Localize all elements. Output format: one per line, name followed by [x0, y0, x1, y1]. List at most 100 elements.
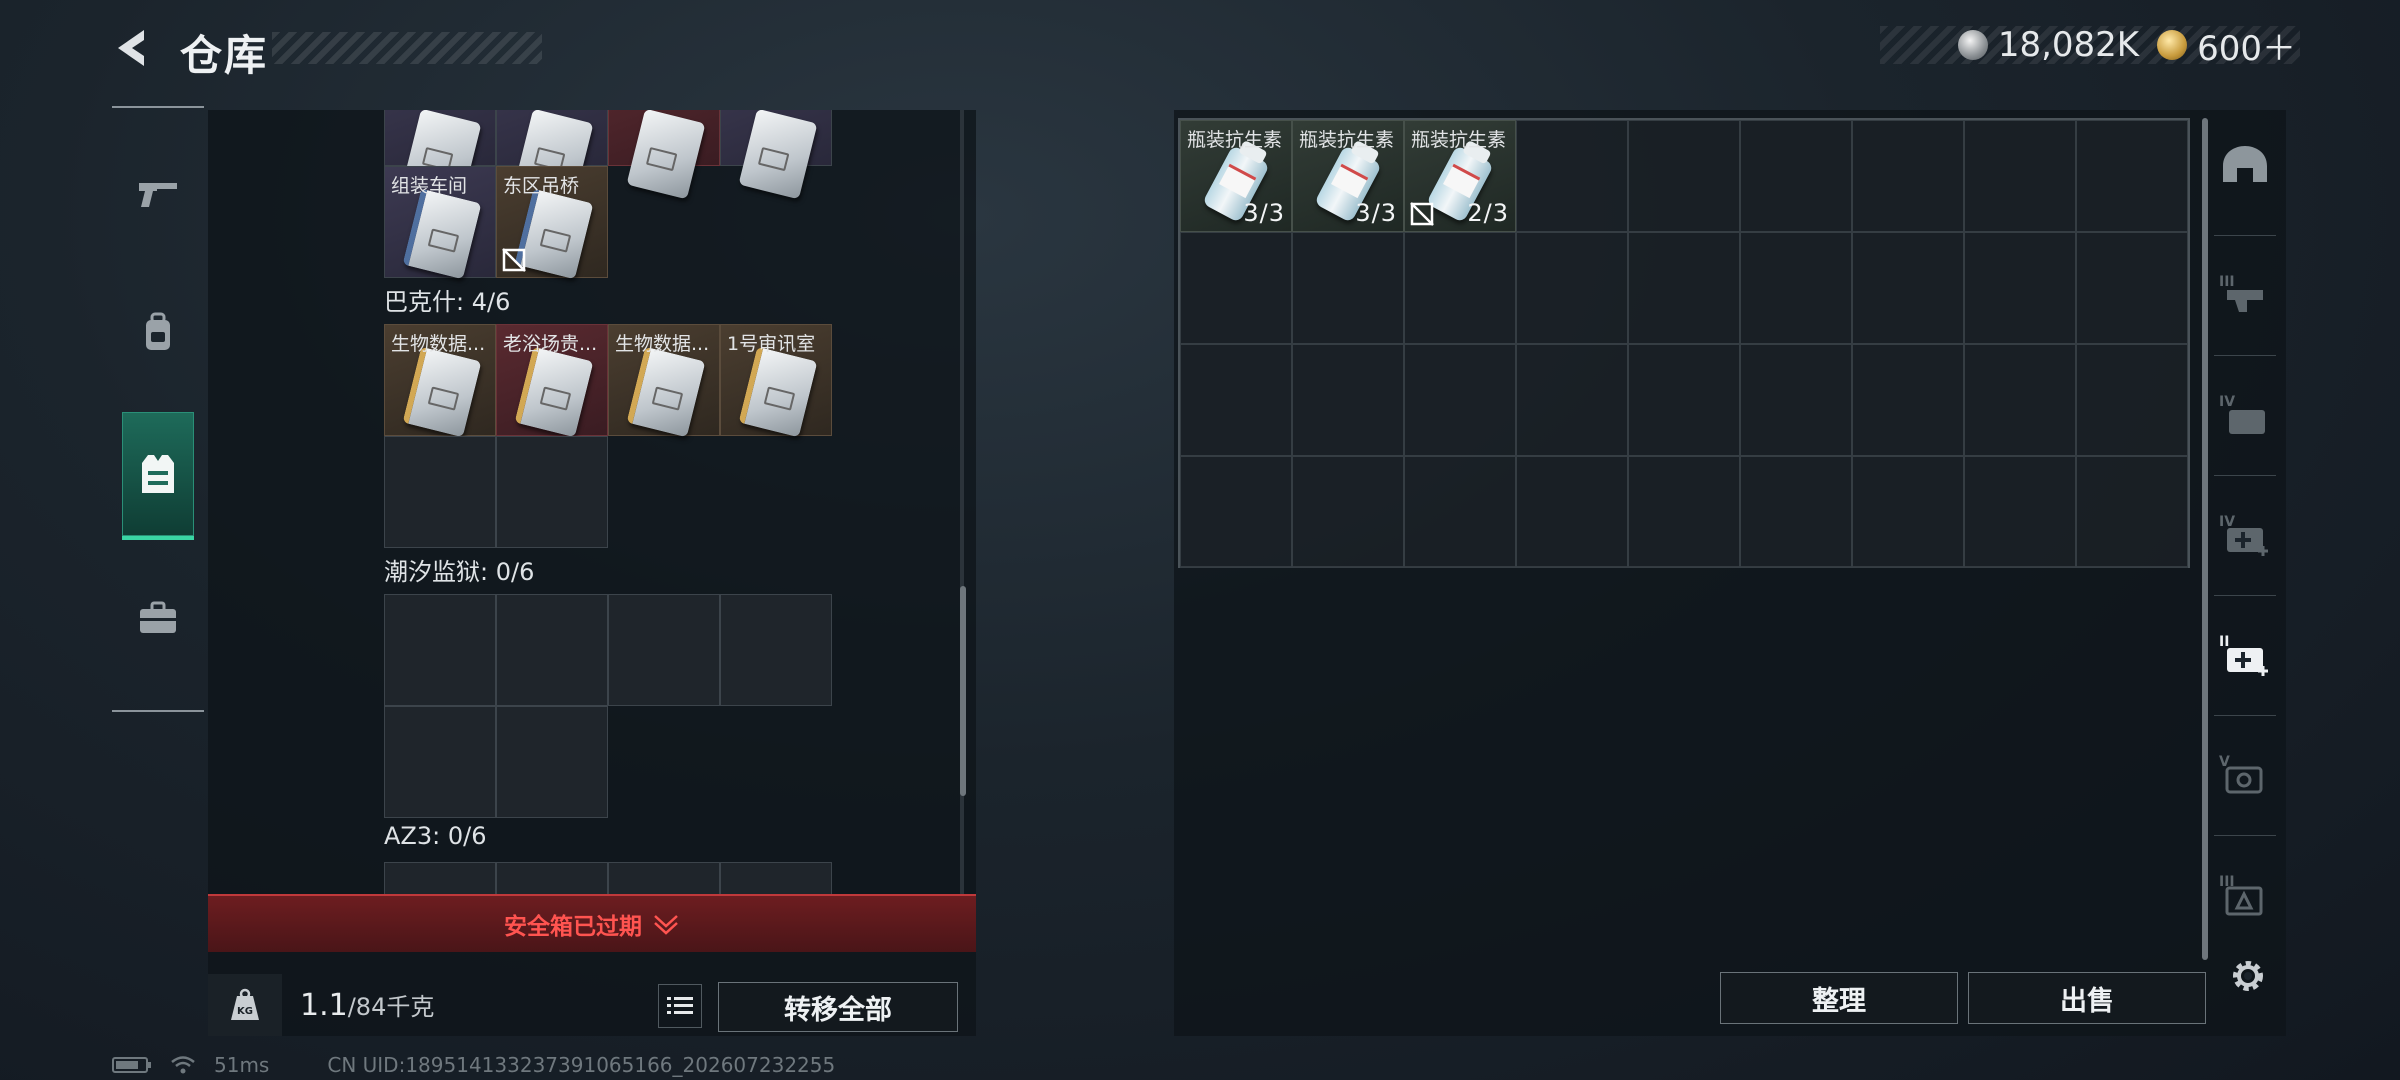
empty-slot[interactable]: [496, 706, 608, 818]
item-label: 生物数据...: [615, 333, 710, 355]
empty-slot[interactable]: [1852, 120, 1964, 232]
empty-slot[interactable]: [496, 862, 608, 894]
key-card-slot[interactable]: 组装车间: [384, 166, 496, 280]
empty-slot[interactable]: [384, 862, 496, 894]
key-card-slot[interactable]: 生物数据...: [608, 324, 720, 438]
key-card-slot[interactable]: 东区吊桥: [496, 166, 608, 280]
rail-divider-bottom: [112, 710, 204, 712]
empty-slot[interactable]: [1740, 232, 1852, 344]
empty-slot[interactable]: [1292, 344, 1404, 456]
empty-slot[interactable]: [1740, 120, 1852, 232]
item-slot[interactable]: [720, 110, 832, 200]
empty-slot[interactable]: [1852, 344, 1964, 456]
empty-slot[interactable]: [384, 706, 496, 818]
key-card-slot[interactable]: 生物数据...: [384, 324, 496, 438]
antibiotic-slot[interactable]: 瓶装抗生素 3/3: [1292, 120, 1404, 232]
empty-slot[interactable]: [496, 436, 608, 548]
rail-separator: [2214, 235, 2276, 236]
empty-slot[interactable]: [1964, 344, 2076, 456]
rail-tab-vest[interactable]: [122, 412, 194, 540]
key-card-icon: [402, 346, 482, 438]
key-card-slot[interactable]: 老浴场贵...: [496, 324, 608, 438]
item-slot[interactable]: [384, 110, 496, 200]
sort-button[interactable]: 整理: [1720, 972, 1958, 1024]
antibiotic-slot[interactable]: 瓶装抗生素 2/3: [1404, 120, 1516, 232]
silver-currency[interactable]: 18,082K: [1957, 25, 2139, 65]
empty-slot[interactable]: [2076, 120, 2188, 232]
empty-slot[interactable]: [1404, 344, 1516, 456]
settings-button[interactable]: [2222, 950, 2274, 1002]
empty-slot[interactable]: [1292, 232, 1404, 344]
empty-slot[interactable]: [1516, 120, 1628, 232]
empty-slot[interactable]: [1180, 232, 1292, 344]
filter-medkit-iv[interactable]: IV: [2204, 480, 2286, 590]
weight-row: KG 1.1/84千克 转移全部: [208, 974, 976, 1036]
filter-armor-iii[interactable]: III: [2204, 240, 2286, 350]
empty-slot[interactable]: [1852, 456, 1964, 568]
filter-gear-v[interactable]: V: [2204, 720, 2286, 830]
empty-slot[interactable]: [2076, 344, 2188, 456]
empty-slot[interactable]: [608, 594, 720, 706]
item-slot[interactable]: [496, 110, 608, 200]
empty-slot[interactable]: [1852, 232, 1964, 344]
empty-slot[interactable]: [1292, 456, 1404, 568]
sell-button[interactable]: 出售: [1968, 972, 2206, 1024]
empty-slot[interactable]: [1628, 456, 1740, 568]
secure-box-expired-banner[interactable]: 安全箱已过期: [208, 894, 976, 952]
empty-slot[interactable]: [1516, 344, 1628, 456]
empty-slot[interactable]: [496, 594, 608, 706]
rail-tab-weapons[interactable]: [122, 146, 194, 242]
gold-currency[interactable]: 600＋: [2157, 21, 2296, 70]
gear-v-icon: V: [2219, 754, 2263, 794]
empty-slot[interactable]: [1628, 344, 1740, 456]
filter-ammo-iv[interactable]: IV: [2204, 360, 2286, 470]
key-card-slot[interactable]: 1号审讯室: [720, 324, 832, 438]
empty-slot[interactable]: [2076, 456, 2188, 568]
scrollbar-thumb[interactable]: [960, 586, 966, 796]
empty-slot[interactable]: [1404, 232, 1516, 344]
empty-slot[interactable]: [1740, 344, 1852, 456]
antibiotic-slot[interactable]: 瓶装抗生素 3/3: [1180, 120, 1292, 232]
empty-slot[interactable]: [1628, 120, 1740, 232]
gun-icon: [139, 183, 177, 207]
rail-separator: [2214, 835, 2276, 836]
empty-slot[interactable]: [608, 862, 720, 894]
warehouse-panel: 瓶装抗生素 3/3 瓶装抗生素 3/3 瓶装抗生素 2/3 整理 出售: [1174, 110, 2286, 1036]
empty-slot[interactable]: [2076, 232, 2188, 344]
rail-tab-case[interactable]: [122, 570, 194, 666]
empty-slot[interactable]: [384, 594, 496, 706]
filter-helmet[interactable]: [2204, 110, 2286, 220]
medkit-ii-icon: II: [2219, 634, 2268, 676]
empty-slot[interactable]: [1516, 232, 1628, 344]
item-label: 1号审讯室: [727, 333, 816, 355]
empty-slot[interactable]: [1740, 456, 1852, 568]
item-slot[interactable]: [608, 110, 720, 200]
key-card-icon: [514, 346, 594, 438]
wifi-icon: [171, 1056, 195, 1074]
silver-coin-icon: [1957, 30, 1988, 60]
empty-slot[interactable]: [1964, 232, 2076, 344]
empty-slot[interactable]: [720, 862, 832, 894]
warehouse-grid: 瓶装抗生素 3/3 瓶装抗生素 3/3 瓶装抗生素 2/3: [1178, 118, 2190, 568]
list-view-button[interactable]: [658, 984, 702, 1028]
empty-slot[interactable]: [1404, 456, 1516, 568]
item-label: 生物数据...: [391, 333, 486, 355]
filter-box-iii[interactable]: III: [2204, 840, 2286, 950]
back-button[interactable]: [108, 24, 152, 72]
empty-slot[interactable]: [1964, 456, 2076, 568]
empty-slot[interactable]: [1180, 344, 1292, 456]
empty-slot[interactable]: [720, 594, 832, 706]
empty-slot[interactable]: [1516, 456, 1628, 568]
empty-slot[interactable]: [1628, 232, 1740, 344]
rail-separator: [2214, 355, 2276, 356]
container-list[interactable]: 组装车间 东区吊桥 巴克什: 4/6 生物数据... 老浴场贵... 生物数据.…: [208, 110, 968, 894]
armor-iii-icon: III: [2219, 274, 2263, 312]
svg-text:IV: IV: [2219, 394, 2235, 410]
filter-medkit-ii[interactable]: II: [2204, 600, 2286, 710]
transfer-all-button[interactable]: 转移全部: [718, 982, 958, 1032]
empty-slot[interactable]: [1964, 120, 2076, 232]
empty-slot[interactable]: [1180, 456, 1292, 568]
warehouse-filter-rail: III IV IV II V III: [2204, 110, 2286, 970]
rail-tab-backpack[interactable]: [122, 284, 194, 380]
empty-slot[interactable]: [384, 436, 496, 548]
